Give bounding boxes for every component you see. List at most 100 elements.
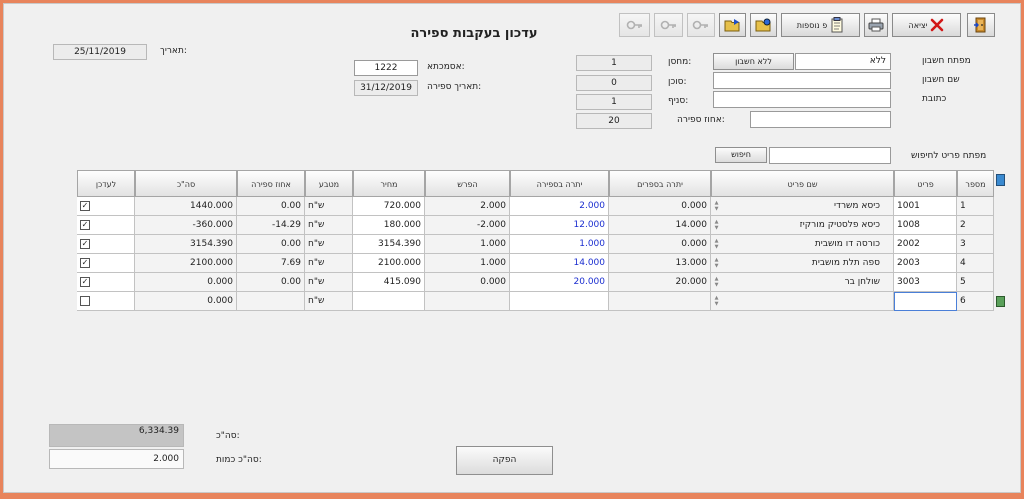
col-currency-header[interactable]: מטבע [305,170,353,197]
no-account-button[interactable]: ללא חשבון [713,53,794,70]
update-checkbox[interactable]: ✓ [80,201,90,211]
col-count-percent-header[interactable]: אחוז ספירה [237,170,305,197]
cell-update[interactable]: ✓ [77,197,135,216]
col-item-header[interactable]: פריט [894,170,957,197]
cell-cur: ש"ח [305,254,353,273]
cell-price: 720.000 [353,197,425,216]
cell-book: 14.000 [609,216,711,235]
account-key-input[interactable]: ללא [795,53,891,70]
cell-book: 0.000 [609,235,711,254]
cell-item[interactable]: 3003 [894,273,957,292]
spinner-arrows-icon[interactable]: ▲ ▼ [713,200,720,213]
printer-icon [868,18,884,32]
cell-update[interactable] [77,292,135,311]
date-label: תאריך: [160,46,187,56]
print-button[interactable] [864,13,888,37]
spinner-arrows-icon[interactable]: ▲ ▼ [713,257,720,270]
items-grid: מספר פריט שם פריט יתרה בספרים יתרה בספירה הפר… [77,170,1009,311]
folder-action-button[interactable] [719,13,746,37]
cell-num: 6 [957,292,994,311]
cell-book: 20.000 [609,273,711,292]
update-checkbox[interactable]: ✓ [80,220,90,230]
cell-total: 3154.390 [135,235,237,254]
cell-count[interactable]: 20.000 [510,273,609,292]
count-date-value: 31/12/2019 [354,80,418,96]
delete-button[interactable]: יציאה [892,13,961,37]
cell-count[interactable]: 12.000 [510,216,609,235]
cell-name: כורסה דו מושבית ▲ ▼ [711,235,894,254]
col-total-header[interactable]: סה"כ [135,170,237,197]
account-name-input[interactable] [713,72,891,89]
reference-input[interactable]: 1222 [354,60,418,76]
cell-count[interactable]: 14.000 [510,254,609,273]
item-name-text: ספה תלת מושבית [811,258,880,268]
open-folder-button[interactable] [750,13,777,37]
cell-name: שולחן בר ▲ ▼ [711,273,894,292]
col-update-header[interactable]: לעדכן [77,170,135,197]
cell-update[interactable]: ✓ [77,216,135,235]
cell-update[interactable]: ✓ [77,235,135,254]
extras-button[interactable]: פ נוספות [781,13,860,37]
account-key-label: מפתח חשבון [922,56,971,66]
produce-button[interactable]: הפקה [456,446,553,475]
quantity-value: 2.000 [49,449,184,469]
cell-name: ספה תלת מושבית ▲ ▼ [711,254,894,273]
cell-num: 5 [957,273,994,292]
cell-count[interactable]: 2.000 [510,197,609,216]
cell-count[interactable] [510,292,609,311]
cell-count[interactable]: 1.000 [510,235,609,254]
cell-price: 415.090 [353,273,425,292]
update-checkbox[interactable]: ✓ [80,277,90,287]
update-checkbox[interactable] [80,296,90,306]
update-checkbox[interactable]: ✓ [80,239,90,249]
spinner-arrows-icon[interactable]: ▲ ▼ [713,219,720,232]
key-button-1[interactable] [619,13,650,37]
key-icon [626,20,642,30]
update-checkbox[interactable]: ✓ [80,258,90,268]
key-button-3[interactable] [687,13,715,37]
col-count-balance-header[interactable]: יתרה בספירה [510,170,609,197]
col-number-header[interactable]: מספר [957,170,994,197]
address-input[interactable] [713,91,891,108]
grid-corner-icon[interactable] [996,174,1005,186]
count-percent-value: 20 [576,113,652,129]
item-search-input[interactable] [769,147,891,164]
main-window: יציאה פ נוספות עדכון בעקבות ספירה 25/11/… [3,3,1021,493]
cell-cur: ש"ח [305,273,353,292]
cell-item[interactable]: 1008 [894,216,957,235]
cell-cur: ש"ח [305,292,353,311]
cell-book: 13.000 [609,254,711,273]
page-title: עדכון בעקבות ספירה [410,26,538,41]
branch-label: סניף: [668,96,689,106]
col-difference-header[interactable]: הפרש [425,170,510,197]
account-name-label: שם חשבון [922,75,960,85]
cell-item[interactable] [894,292,957,311]
cell-update[interactable]: ✓ [77,254,135,273]
exit-door-button[interactable] [967,13,995,37]
quantity-label: סה"כ כמות: [216,455,262,465]
address-line2-input[interactable] [750,111,891,128]
cell-num: 3 [957,235,994,254]
col-price-header[interactable]: מחיר [353,170,425,197]
key-button-2[interactable] [654,13,683,37]
cell-item[interactable]: 2002 [894,235,957,254]
col-book-balance-header[interactable]: יתרה בספרים [609,170,711,197]
cell-total: 1440.000 [135,197,237,216]
search-button[interactable]: חיפוש [715,147,767,163]
cell-update[interactable]: ✓ [77,273,135,292]
spinner-arrows-icon[interactable]: ▲ ▼ [713,238,720,251]
cell-pct: -14.29 [237,216,305,235]
cell-total: 0.000 [135,273,237,292]
cell-item[interactable]: 1001 [894,197,957,216]
cell-total: -360.000 [135,216,237,235]
col-item-name-header[interactable]: שם פריט [711,170,894,197]
cell-total: 0.000 [135,292,237,311]
cell-diff: 2.000 [425,197,510,216]
delete-button-label: יציאה [908,20,928,30]
cell-pct [237,292,305,311]
spinner-arrows-icon[interactable]: ▲ ▼ [713,295,720,308]
item-name-text: כיסא פלסטיק מורקיז [799,220,880,230]
cell-item[interactable]: 2003 [894,254,957,273]
cell-diff: 1.000 [425,254,510,273]
spinner-arrows-icon[interactable]: ▲ ▼ [713,276,720,289]
